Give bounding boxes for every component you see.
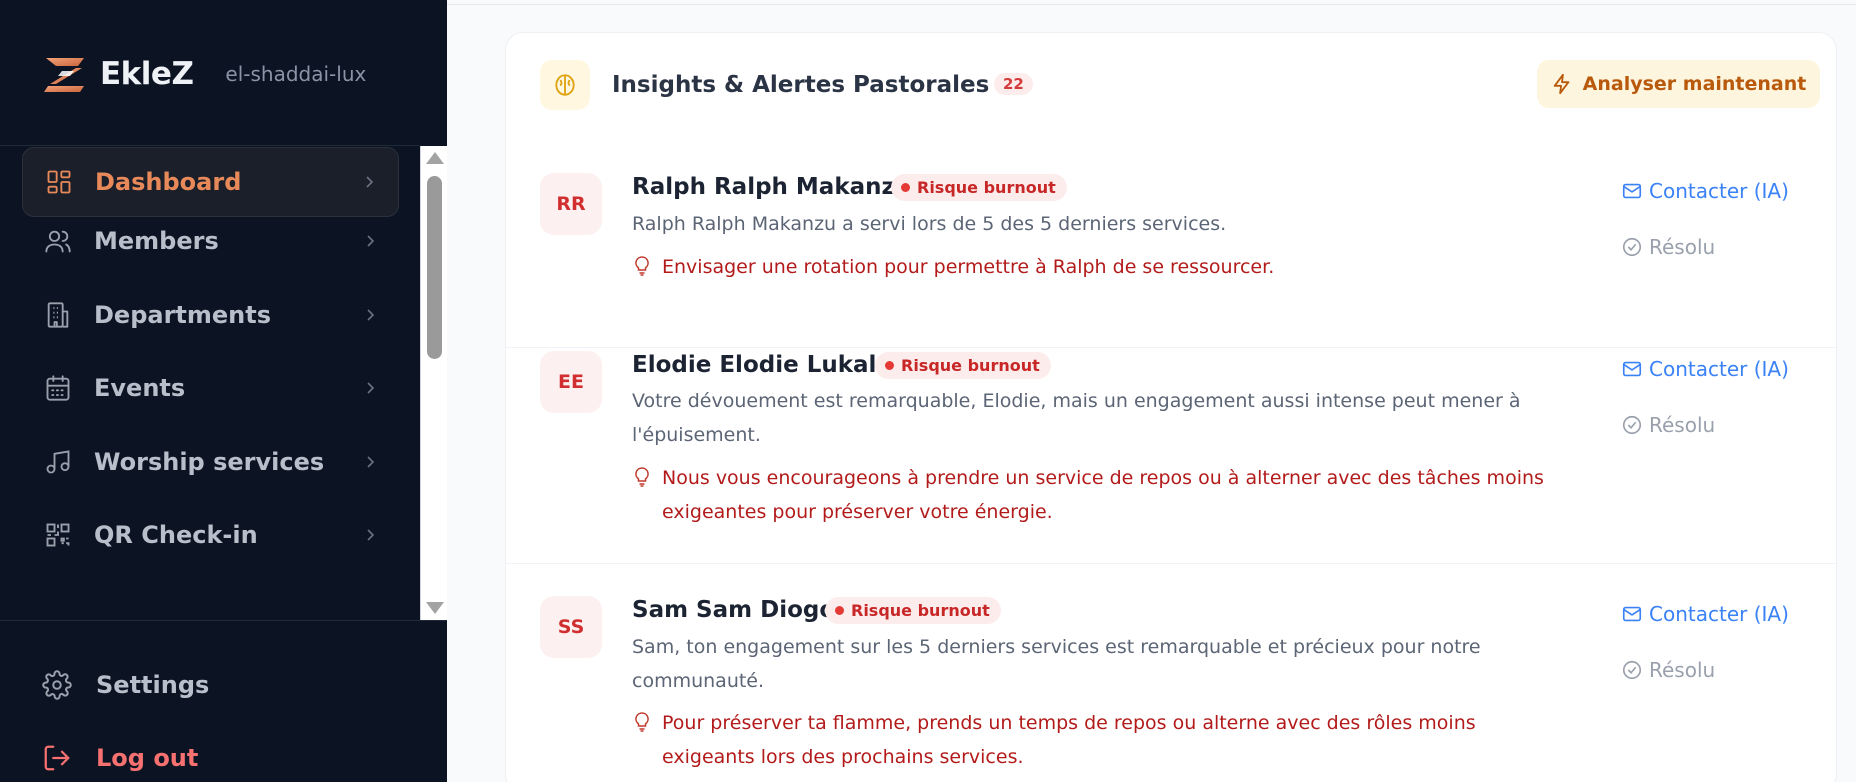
logout-icon	[44, 745, 70, 771]
top-bar	[447, 0, 1856, 5]
logout-button[interactable]: Log out	[42, 738, 198, 778]
contact-ai-button[interactable]: Contacter (IA)	[1621, 602, 1789, 626]
resolve-button[interactable]: Résolu	[1621, 413, 1715, 437]
contact-label: Contacter (IA)	[1649, 357, 1789, 381]
alert-item: RR Ralph Ralph Makanzu Risque burnout Ra…	[506, 141, 1836, 348]
risk-badge: Risque burnout	[825, 597, 1001, 624]
nav-label: QR Check-in	[94, 521, 258, 549]
risk-label: Risque burnout	[901, 356, 1040, 375]
suggestion-text: Envisager une rotation pour permettre à …	[662, 256, 1275, 278]
brand[interactable]: EkleZ el-shaddai-lux	[42, 52, 366, 96]
avatar: RR	[540, 173, 602, 235]
logout-label: Log out	[96, 744, 199, 772]
chevron-right-icon	[366, 176, 374, 188]
nav-label: Worship services	[94, 448, 325, 476]
resolve-button[interactable]: Résolu	[1621, 235, 1715, 259]
contact-ai-button[interactable]: Contacter (IA)	[1621, 357, 1789, 381]
scroll-up-arrow-icon[interactable]	[426, 152, 444, 164]
member-name[interactable]: Ralph Ralph Makanzu	[632, 174, 911, 200]
risk-label: Risque burnout	[851, 601, 990, 620]
calendar-icon	[42, 372, 74, 404]
suggestion-text: Pour préserver ta flamme, prends un temp…	[662, 712, 1476, 768]
chevron-right-icon	[367, 529, 375, 541]
nav-item-departments[interactable]: Departments	[22, 280, 399, 350]
lightbulb-icon	[635, 712, 649, 732]
main-nav: Dashboard Members Departments Events Wor…	[0, 146, 420, 620]
contact-ai-button[interactable]: Contacter (IA)	[1621, 179, 1789, 203]
scroll-down-arrow-icon[interactable]	[426, 602, 444, 614]
users-icon	[42, 225, 74, 257]
nav-label: Members	[94, 227, 219, 255]
check-circle-icon	[1622, 237, 1642, 257]
chevron-right-icon	[367, 456, 375, 468]
scroll-thumb[interactable]	[427, 176, 442, 359]
alert-count-badge: 22	[994, 73, 1033, 95]
contact-label: Contacter (IA)	[1649, 602, 1789, 626]
nav-item-events[interactable]: Events	[22, 353, 399, 423]
alert-suggestion: Nous vous encourageons à prendre un serv…	[632, 461, 1572, 529]
nav-label: Departments	[94, 301, 272, 329]
mail-icon	[1622, 606, 1642, 622]
brain-icon	[540, 60, 590, 110]
member-name[interactable]: Sam Sam Diogo	[632, 597, 835, 623]
mail-icon	[1622, 183, 1642, 199]
resolve-label: Résolu	[1649, 235, 1716, 259]
resolve-label: Résolu	[1649, 658, 1716, 682]
risk-label: Risque burnout	[917, 178, 1056, 197]
analyze-now-button[interactable]: Analyser maintenant	[1537, 60, 1820, 108]
alert-item: SS Sam Sam Diogo Risque burnout Sam, ton…	[506, 564, 1836, 782]
risk-badge: Risque burnout	[875, 352, 1051, 379]
nav-label: Events	[94, 374, 186, 402]
lightbulb-icon	[635, 256, 649, 276]
member-name[interactable]: Elodie Elodie Lukala	[632, 352, 892, 378]
chevron-right-icon	[367, 309, 375, 321]
check-circle-icon	[1622, 415, 1642, 435]
alert-message: Sam, ton engagement sur les 5 derniers s…	[632, 636, 1481, 692]
chevron-right-icon	[367, 382, 375, 394]
analyze-now-label: Analyser maintenant	[1582, 73, 1807, 95]
risk-badge: Risque burnout	[891, 174, 1067, 201]
lightbulb-icon	[635, 467, 649, 487]
contact-label: Contacter (IA)	[1649, 179, 1789, 203]
dashboard-icon	[43, 166, 75, 198]
church-slug: el-shaddai-lux	[225, 62, 367, 86]
brand-name: EkleZ	[100, 56, 194, 92]
sidebar-scrollbar[interactable]	[420, 146, 447, 620]
resolve-button[interactable]: Résolu	[1621, 658, 1715, 682]
status-dot	[901, 183, 910, 192]
status-dot	[835, 606, 844, 615]
divider	[0, 620, 447, 621]
check-circle-icon	[1622, 660, 1642, 680]
suggestion-text: Nous vous encourageons à prendre un serv…	[662, 467, 1544, 523]
alert-suggestion: Pour préserver ta flamme, prends un temp…	[632, 706, 1572, 774]
gear-icon	[42, 670, 72, 700]
chevron-right-icon	[367, 235, 375, 247]
nav-item-members[interactable]: Members	[22, 206, 399, 276]
alert-message: Ralph Ralph Makanzu a servi lors de 5 de…	[632, 213, 1227, 235]
insights-header: Insights & Alertes Pastorales 22 Analyse…	[540, 60, 1820, 112]
sidebar: EkleZ el-shaddai-lux Dashboard Members D…	[0, 0, 447, 782]
avatar: EE	[540, 351, 602, 413]
status-dot	[885, 361, 894, 370]
lightning-icon	[1553, 73, 1569, 95]
ekleZ-logo-icon	[44, 58, 84, 92]
alert-suggestion: Envisager une rotation pour permettre à …	[632, 250, 1572, 284]
music-note-icon	[42, 446, 74, 478]
insights-card: Insights & Alertes Pastorales 22 Analyse…	[505, 32, 1837, 782]
alert-item: EE Elodie Elodie Lukala Risque burnout V…	[506, 319, 1836, 564]
nav-item-worship-services[interactable]: Worship services	[22, 427, 399, 497]
mail-icon	[1622, 361, 1642, 377]
insights-title: Insights & Alertes Pastorales	[612, 72, 990, 98]
avatar: SS	[540, 596, 602, 658]
nav-item-qr-check-in[interactable]: QR Check-in	[22, 500, 399, 570]
settings-label: Settings	[96, 671, 210, 699]
alert-message: Votre dévouement est remarquable, Elodie…	[632, 390, 1521, 446]
qr-code-icon	[42, 519, 74, 551]
settings-link[interactable]: Settings	[42, 665, 209, 705]
nav-label: Dashboard	[95, 168, 242, 196]
resolve-label: Résolu	[1649, 413, 1716, 437]
building-icon	[42, 299, 74, 331]
